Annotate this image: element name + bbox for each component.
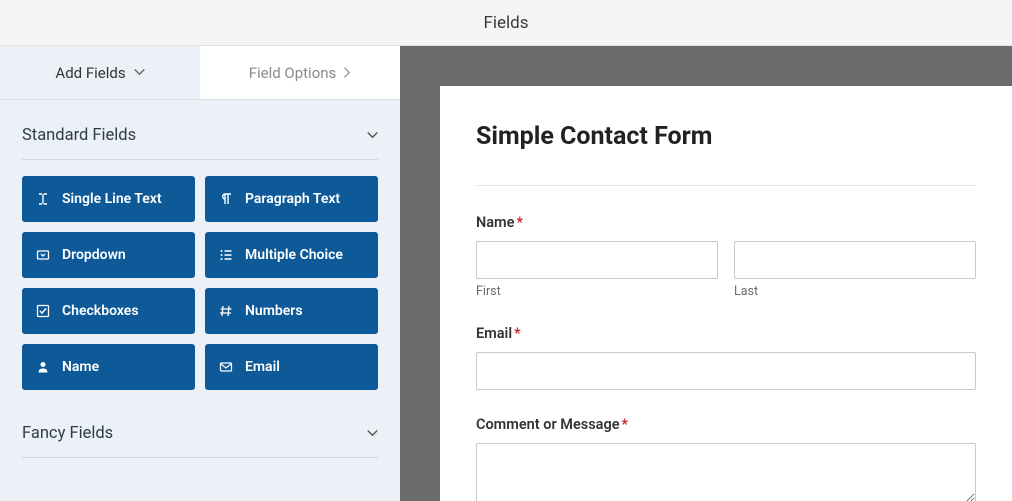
sidebar: Add Fields Field Options Standard Fields bbox=[0, 46, 400, 501]
label-text: Name bbox=[476, 214, 514, 231]
email-label: Email* bbox=[476, 325, 976, 342]
comment-input[interactable] bbox=[476, 443, 976, 501]
field-label: Numbers bbox=[245, 303, 303, 319]
field-email[interactable]: Email bbox=[205, 344, 378, 390]
topbar: Fields bbox=[0, 0, 1012, 46]
chevron-right-icon bbox=[344, 67, 351, 78]
divider bbox=[22, 457, 378, 458]
field-numbers[interactable]: Numbers bbox=[205, 288, 378, 334]
page-title: Fields bbox=[483, 13, 528, 33]
chevron-down-icon bbox=[134, 69, 145, 76]
list-icon bbox=[219, 248, 233, 262]
field-label: Name bbox=[62, 359, 99, 375]
envelope-icon bbox=[219, 360, 233, 374]
standard-fields-grid: Single Line Text Paragraph Text Dropdown… bbox=[0, 160, 400, 394]
form-field-email: Email* bbox=[476, 325, 976, 390]
chevron-down-icon bbox=[367, 132, 378, 139]
label-text: Comment or Message bbox=[476, 416, 620, 433]
tab-field-options[interactable]: Field Options bbox=[200, 46, 400, 99]
form-field-comment: Comment or Message* bbox=[476, 416, 976, 501]
checkbox-icon bbox=[36, 304, 50, 318]
email-input[interactable] bbox=[476, 352, 976, 390]
paragraph-icon bbox=[219, 192, 233, 206]
comment-label: Comment or Message* bbox=[476, 416, 976, 433]
main-area: Add Fields Field Options Standard Fields bbox=[0, 46, 1012, 501]
first-name-sublabel: First bbox=[476, 284, 718, 299]
field-label: Single Line Text bbox=[62, 191, 162, 207]
section-fancy-fields[interactable]: Fancy Fields bbox=[0, 394, 400, 457]
last-name-input[interactable] bbox=[734, 241, 976, 279]
field-label: Multiple Choice bbox=[245, 247, 343, 263]
form-preview[interactable]: Simple Contact Form Name* First Last bbox=[440, 86, 1012, 501]
first-name-input[interactable] bbox=[476, 241, 718, 279]
user-icon bbox=[36, 360, 50, 374]
field-single-line-text[interactable]: Single Line Text bbox=[22, 176, 195, 222]
field-paragraph-text[interactable]: Paragraph Text bbox=[205, 176, 378, 222]
required-mark: * bbox=[516, 214, 523, 231]
field-label: Dropdown bbox=[62, 247, 126, 263]
section-standard-title: Standard Fields bbox=[22, 126, 136, 145]
last-name-sublabel: Last bbox=[734, 284, 976, 299]
name-label: Name* bbox=[476, 214, 976, 231]
tab-field-options-label: Field Options bbox=[249, 64, 337, 82]
text-cursor-icon bbox=[36, 192, 50, 206]
field-checkboxes[interactable]: Checkboxes bbox=[22, 288, 195, 334]
hash-icon bbox=[219, 304, 233, 318]
dropdown-icon bbox=[36, 248, 50, 262]
required-mark: * bbox=[514, 325, 521, 342]
form-title: Simple Contact Form bbox=[476, 122, 976, 151]
form-canvas: Simple Contact Form Name* First Last bbox=[400, 46, 1012, 501]
form-field-name: Name* First Last bbox=[476, 214, 976, 299]
field-label: Paragraph Text bbox=[245, 191, 340, 207]
section-standard-fields[interactable]: Standard Fields bbox=[0, 100, 400, 159]
field-label: Email bbox=[245, 359, 280, 375]
field-multiple-choice[interactable]: Multiple Choice bbox=[205, 232, 378, 278]
field-label: Checkboxes bbox=[62, 303, 139, 319]
required-mark: * bbox=[622, 416, 629, 433]
section-fancy-title: Fancy Fields bbox=[22, 424, 113, 443]
tab-add-fields[interactable]: Add Fields bbox=[0, 46, 200, 99]
sidebar-tabs: Add Fields Field Options bbox=[0, 46, 400, 100]
tab-add-fields-label: Add Fields bbox=[55, 64, 125, 82]
chevron-down-icon bbox=[367, 430, 378, 437]
field-dropdown[interactable]: Dropdown bbox=[22, 232, 195, 278]
field-name[interactable]: Name bbox=[22, 344, 195, 390]
label-text: Email bbox=[476, 325, 512, 342]
divider bbox=[476, 185, 976, 186]
